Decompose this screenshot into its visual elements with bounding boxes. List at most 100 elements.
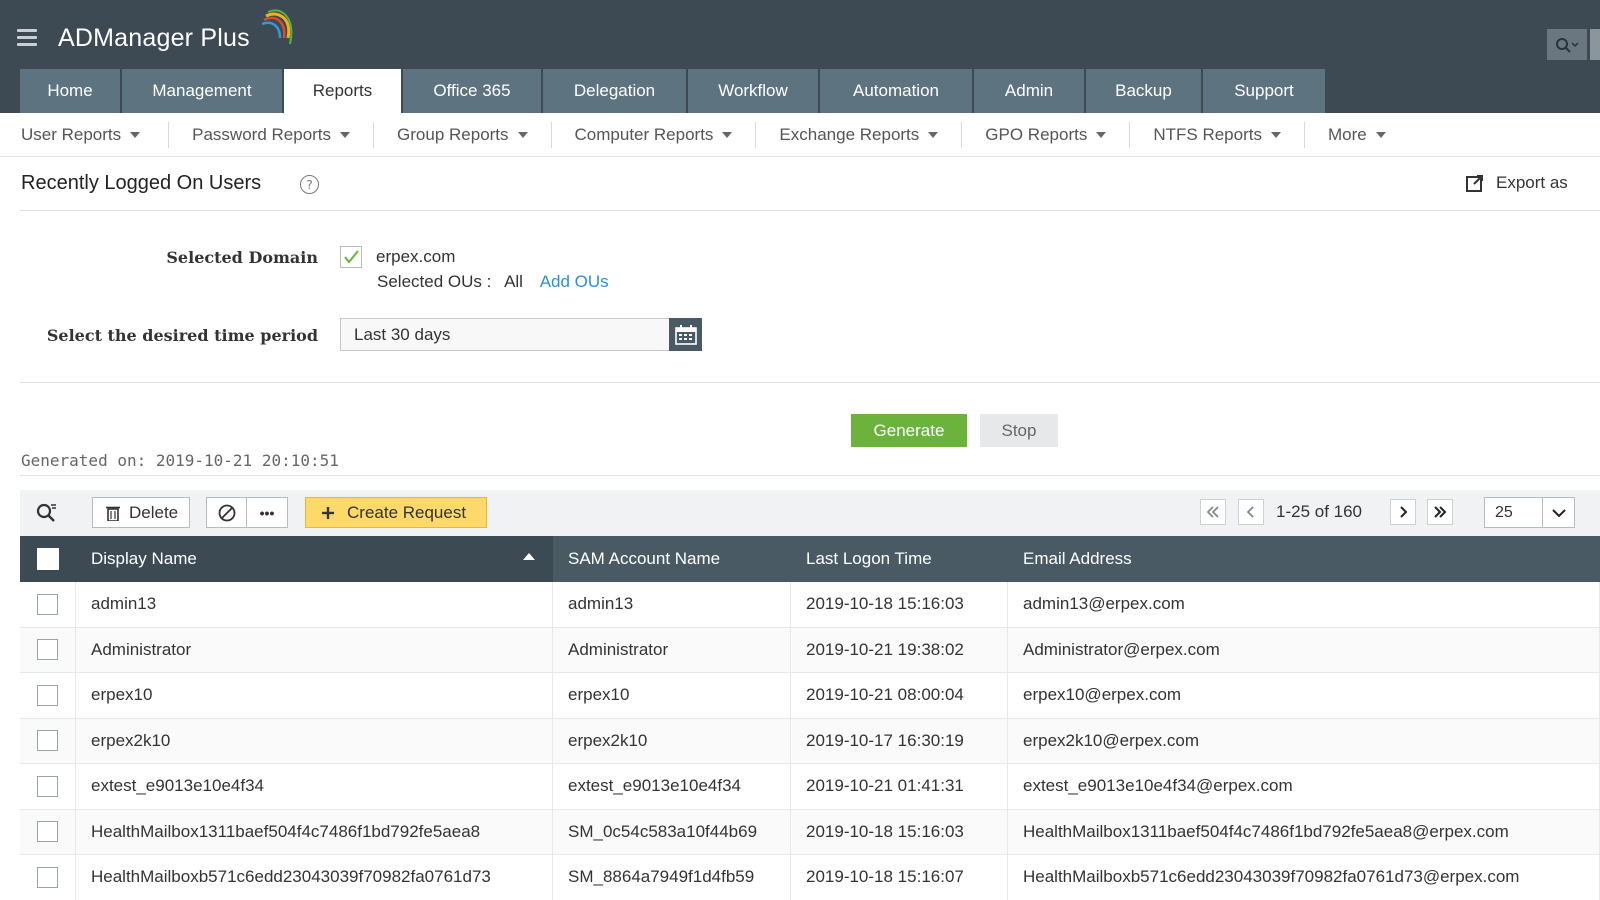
page-size-value: 25 (1495, 504, 1513, 521)
cell-last-logon-time: 2019-10-18 15:16:03 (791, 582, 1008, 627)
cell-sam-account-name: erpex10 (553, 673, 791, 718)
cell-email-address: HealthMailboxb571c6edd23043039f70982fa07… (1008, 855, 1600, 900)
divider (755, 121, 757, 148)
more-actions-button[interactable]: ••• (247, 505, 287, 521)
table-row[interactable]: erpex10 erpex10 2019-10-21 08:00:04 erpe… (20, 673, 1600, 719)
row-select-cell (20, 809, 76, 854)
subnav-exchange-reports[interactable]: Exchange Reports (779, 124, 939, 145)
tab-management[interactable]: Management (122, 69, 282, 113)
help-icon[interactable]: ? (300, 175, 319, 194)
next-page-button[interactable] (1390, 499, 1416, 525)
add-ous-link[interactable]: Add OUs (540, 272, 609, 291)
table-row[interactable]: Administrator Administrator 2019-10-21 1… (20, 627, 1600, 673)
tab-backup[interactable]: Backup (1086, 69, 1201, 113)
subnav-label: Password Reports (192, 124, 332, 144)
row-checkbox[interactable] (37, 730, 58, 752)
caret-down-icon (1375, 131, 1386, 138)
search-icon (1556, 37, 1579, 53)
first-page-button[interactable] (1200, 499, 1226, 525)
subnav-more[interactable]: More (1328, 125, 1386, 145)
grid-toolbar: Delete ••• Create Request 1-25 of 160 25 (20, 490, 1600, 536)
delete-button[interactable]: Delete (92, 497, 190, 528)
generate-button[interactable]: Generate (851, 414, 967, 447)
cell-email-address: Administrator@erpex.com (1008, 627, 1600, 672)
search-input[interactable] (1590, 29, 1600, 60)
cell-display-name: HealthMailbox1311baef504f4c7486f1bd792fe… (76, 809, 553, 854)
row-select-cell (20, 582, 76, 627)
table-body: admin13 admin13 2019-10-18 15:16:03 admi… (20, 582, 1600, 900)
column-display-name[interactable]: Display Name (76, 536, 553, 582)
domain-checkbox[interactable] (340, 246, 362, 268)
subnav-computer-reports[interactable]: Computer Reports (575, 125, 733, 145)
tab-office-365[interactable]: Office 365 (403, 69, 541, 113)
cell-display-name: Administrator (76, 627, 553, 672)
table-row[interactable]: HealthMailbox1311baef504f4c7486f1bd792fe… (20, 809, 1600, 855)
row-checkbox[interactable] (37, 821, 58, 843)
cell-sam-account-name: SM_0c54c583a10f44b69 (553, 809, 791, 854)
divider (20, 382, 1600, 383)
export-icon (1466, 175, 1483, 192)
tab-reports[interactable]: Reports (284, 69, 401, 113)
create-request-button[interactable]: Create Request (305, 497, 487, 528)
row-checkbox[interactable] (37, 684, 58, 706)
tab-admin[interactable]: Admin (974, 69, 1084, 113)
delete-label: Delete (129, 502, 179, 522)
tab-workflow[interactable]: Workflow (688, 69, 818, 113)
page-size-select[interactable]: 25 (1484, 497, 1575, 528)
calendar-button[interactable] (669, 318, 702, 351)
disable-icon (218, 504, 235, 521)
menu-icon[interactable] (17, 29, 37, 47)
subnav-group-reports[interactable]: Group Reports (397, 125, 528, 145)
column-email-address[interactable]: Email Address (1008, 536, 1600, 582)
domain-value: erpex.com (376, 247, 456, 266)
column-last-logon-time[interactable]: Last Logon Time (791, 536, 1008, 582)
row-checkbox[interactable] (37, 639, 58, 661)
caret-down-icon (130, 131, 141, 138)
table-row[interactable]: erpex2k10 erpex2k10 2019-10-17 16:30:19 … (20, 718, 1600, 764)
table-header: Display Name SAM Account Name Last Logon… (20, 536, 1600, 582)
selected-ous: Selected OUs : All Add OUs (377, 272, 609, 292)
cell-last-logon-time: 2019-10-21 01:41:31 (791, 764, 1008, 809)
table-row[interactable]: extest_e9013e10e4f34 extest_e9013e10e4f3… (20, 764, 1600, 810)
export-button[interactable]: Export as (1465, 173, 1568, 193)
select-all-checkbox[interactable] (37, 548, 59, 570)
first-page-icon (1206, 506, 1219, 518)
row-select-cell (20, 764, 76, 809)
tab-support[interactable]: Support (1203, 69, 1325, 113)
search-filter-button[interactable] (36, 502, 58, 529)
trash-icon (106, 506, 120, 521)
column-sam-account-name[interactable]: SAM Account Name (553, 536, 791, 582)
cell-sam-account-name: admin13 (553, 582, 791, 627)
prev-page-button[interactable] (1238, 499, 1264, 525)
subnav-ntfs-reports[interactable]: NTFS Reports (1153, 125, 1281, 145)
row-checkbox[interactable] (37, 593, 58, 615)
reports-subnav: User Reports Password Reports Group Repo… (0, 113, 1600, 157)
cell-last-logon-time: 2019-10-21 08:00:04 (791, 673, 1008, 718)
divider (20, 210, 1600, 211)
tab-delegation[interactable]: Delegation (543, 69, 686, 113)
period-field[interactable]: Last 30 days (340, 318, 670, 351)
tab-automation[interactable]: Automation (820, 69, 972, 113)
divider (550, 121, 552, 148)
caret-down-icon (1270, 131, 1281, 138)
page-size-dropdown[interactable] (1542, 498, 1574, 527)
subnav-label: GPO Reports (985, 124, 1088, 144)
tab-home[interactable]: Home (20, 69, 120, 113)
table-row[interactable]: HealthMailboxb571c6edd23043039f70982fa07… (20, 855, 1600, 900)
app-logo[interactable]: ADManager Plus (58, 24, 250, 53)
search-button[interactable] (1547, 29, 1587, 60)
cell-display-name: erpex10 (76, 673, 553, 718)
select-all-cell (20, 536, 76, 582)
disable-button[interactable] (207, 498, 247, 527)
subnav-label: Exchange Reports (779, 124, 920, 144)
last-page-button[interactable] (1427, 499, 1453, 525)
sort-ascending-icon (523, 553, 535, 560)
stop-button[interactable]: Stop (980, 414, 1058, 447)
subnav-password-reports[interactable]: Password Reports (192, 124, 351, 145)
subnav-gpo-reports[interactable]: GPO Reports (985, 124, 1107, 145)
cell-sam-account-name: Administrator (553, 627, 791, 672)
table-row[interactable]: admin13 admin13 2019-10-18 15:16:03 admi… (20, 582, 1600, 628)
subnav-user-reports[interactable]: User Reports (21, 125, 141, 145)
row-checkbox[interactable] (37, 775, 58, 797)
row-checkbox[interactable] (37, 866, 58, 888)
